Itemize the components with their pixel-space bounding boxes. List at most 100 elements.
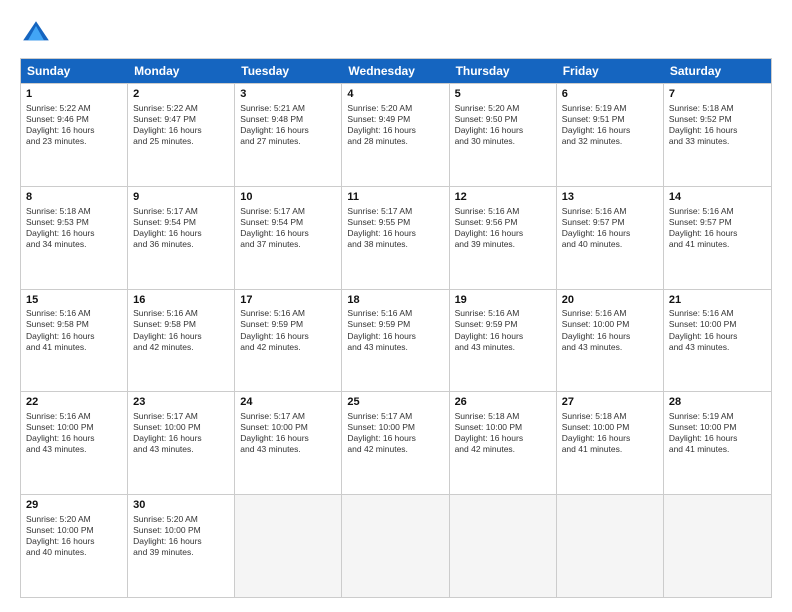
cell-line: Sunset: 9:52 PM [669,114,766,125]
cell-line: Daylight: 16 hours [133,228,229,239]
cell-line: Sunset: 9:51 PM [562,114,658,125]
cell-line: Sunrise: 5:18 AM [562,411,658,422]
cell-line: Daylight: 16 hours [347,125,443,136]
day-number: 8 [26,190,122,205]
day-number: 23 [133,395,229,410]
calendar-cell-empty [664,495,771,597]
cell-line: Sunrise: 5:22 AM [26,103,122,114]
calendar-cell-26: 26Sunrise: 5:18 AMSunset: 10:00 PMDaylig… [450,392,557,494]
cell-line: Sunset: 10:00 PM [347,422,443,433]
cell-line: Sunset: 9:57 PM [669,217,766,228]
cell-line: and 41 minutes. [26,342,122,353]
calendar-row-3: 15Sunrise: 5:16 AMSunset: 9:58 PMDayligh… [21,289,771,392]
cell-line: and 34 minutes. [26,239,122,250]
cell-line: and 43 minutes. [669,342,766,353]
calendar-cell-17: 17Sunrise: 5:16 AMSunset: 9:59 PMDayligh… [235,290,342,392]
cell-line: and 39 minutes. [133,547,229,558]
cell-line: Sunrise: 5:20 AM [347,103,443,114]
cell-line: Sunrise: 5:16 AM [455,206,551,217]
cell-line: Sunset: 9:48 PM [240,114,336,125]
cell-line: and 33 minutes. [669,136,766,147]
cell-line: Sunset: 10:00 PM [133,525,229,536]
day-number: 25 [347,395,443,410]
calendar-row-2: 8Sunrise: 5:18 AMSunset: 9:53 PMDaylight… [21,186,771,289]
calendar-row-5: 29Sunrise: 5:20 AMSunset: 10:00 PMDaylig… [21,494,771,597]
cell-line: Daylight: 16 hours [240,125,336,136]
day-number: 12 [455,190,551,205]
cell-line: Sunset: 9:46 PM [26,114,122,125]
header-day-thursday: Thursday [450,59,557,83]
cell-line: and 43 minutes. [455,342,551,353]
calendar-cell-empty [450,495,557,597]
cell-line: Sunrise: 5:19 AM [669,411,766,422]
header-day-wednesday: Wednesday [342,59,449,83]
calendar-cell-13: 13Sunrise: 5:16 AMSunset: 9:57 PMDayligh… [557,187,664,289]
day-number: 7 [669,87,766,102]
calendar-body: 1Sunrise: 5:22 AMSunset: 9:46 PMDaylight… [21,83,771,597]
day-number: 11 [347,190,443,205]
cell-line: Sunrise: 5:17 AM [133,411,229,422]
cell-line: Daylight: 16 hours [26,536,122,547]
cell-line: Daylight: 16 hours [562,433,658,444]
cell-line: Sunset: 10:00 PM [240,422,336,433]
cell-line: Sunrise: 5:16 AM [26,308,122,319]
cell-line: and 25 minutes. [133,136,229,147]
day-number: 2 [133,87,229,102]
calendar-cell-7: 7Sunrise: 5:18 AMSunset: 9:52 PMDaylight… [664,84,771,186]
cell-line: Sunset: 10:00 PM [455,422,551,433]
cell-line: Daylight: 16 hours [240,433,336,444]
calendar-cell-6: 6Sunrise: 5:19 AMSunset: 9:51 PMDaylight… [557,84,664,186]
cell-line: and 41 minutes. [669,239,766,250]
logo-icon [20,18,52,50]
cell-line: Sunset: 10:00 PM [133,422,229,433]
cell-line: Daylight: 16 hours [562,331,658,342]
cell-line: and 43 minutes. [240,444,336,455]
cell-line: and 42 minutes. [347,444,443,455]
cell-line: Sunrise: 5:22 AM [133,103,229,114]
calendar: SundayMondayTuesdayWednesdayThursdayFrid… [20,58,772,598]
day-number: 4 [347,87,443,102]
calendar-cell-24: 24Sunrise: 5:17 AMSunset: 10:00 PMDaylig… [235,392,342,494]
cell-line: Sunset: 10:00 PM [562,319,658,330]
day-number: 19 [455,293,551,308]
calendar-cell-11: 11Sunrise: 5:17 AMSunset: 9:55 PMDayligh… [342,187,449,289]
cell-line: Daylight: 16 hours [133,331,229,342]
calendar-cell-4: 4Sunrise: 5:20 AMSunset: 9:49 PMDaylight… [342,84,449,186]
cell-line: Sunset: 9:47 PM [133,114,229,125]
cell-line: and 36 minutes. [133,239,229,250]
cell-line: Daylight: 16 hours [347,331,443,342]
cell-line: Daylight: 16 hours [669,125,766,136]
cell-line: Sunrise: 5:18 AM [455,411,551,422]
calendar-cell-empty [342,495,449,597]
calendar-cell-8: 8Sunrise: 5:18 AMSunset: 9:53 PMDaylight… [21,187,128,289]
cell-line: Daylight: 16 hours [133,536,229,547]
cell-line: Sunset: 10:00 PM [562,422,658,433]
cell-line: Daylight: 16 hours [347,433,443,444]
day-number: 21 [669,293,766,308]
cell-line: Daylight: 16 hours [562,228,658,239]
calendar-cell-2: 2Sunrise: 5:22 AMSunset: 9:47 PMDaylight… [128,84,235,186]
calendar-cell-16: 16Sunrise: 5:16 AMSunset: 9:58 PMDayligh… [128,290,235,392]
header-day-sunday: Sunday [21,59,128,83]
cell-line: and 43 minutes. [133,444,229,455]
cell-line: Sunrise: 5:17 AM [240,206,336,217]
day-number: 5 [455,87,551,102]
cell-line: Sunset: 10:00 PM [26,422,122,433]
cell-line: Sunrise: 5:21 AM [240,103,336,114]
calendar-cell-19: 19Sunrise: 5:16 AMSunset: 9:59 PMDayligh… [450,290,557,392]
day-number: 14 [669,190,766,205]
cell-line: Sunset: 9:58 PM [133,319,229,330]
cell-line: Sunset: 9:56 PM [455,217,551,228]
day-number: 30 [133,498,229,513]
cell-line: Sunrise: 5:17 AM [347,206,443,217]
day-number: 1 [26,87,122,102]
cell-line: Sunrise: 5:16 AM [669,206,766,217]
day-number: 16 [133,293,229,308]
cell-line: and 42 minutes. [455,444,551,455]
day-number: 29 [26,498,122,513]
cell-line: Sunrise: 5:16 AM [669,308,766,319]
calendar-cell-12: 12Sunrise: 5:16 AMSunset: 9:56 PMDayligh… [450,187,557,289]
day-number: 3 [240,87,336,102]
cell-line: Sunrise: 5:18 AM [669,103,766,114]
calendar-cell-9: 9Sunrise: 5:17 AMSunset: 9:54 PMDaylight… [128,187,235,289]
